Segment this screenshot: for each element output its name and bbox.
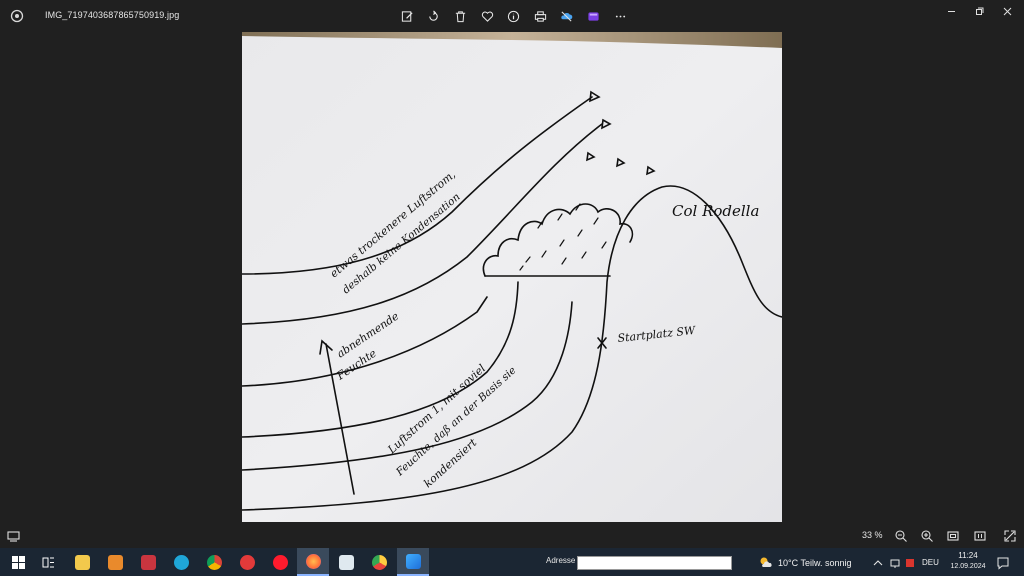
taskbar-opera[interactable] [264,548,296,576]
taskbar-chrome[interactable] [198,548,230,576]
print-icon[interactable] [527,6,554,26]
fullscreen-icon[interactable] [1003,529,1017,543]
photos-app-icon [10,9,24,23]
task-view-button[interactable] [32,548,64,576]
clipchamp-icon[interactable] [580,6,607,26]
onedrive-icon[interactable] [554,6,581,26]
status-bar: 33 % [0,524,1024,548]
opera-browser-icon [272,554,288,570]
rotate-icon[interactable] [421,6,448,26]
address-toolbar-label: Adresse [546,556,576,565]
image-viewer-icon [338,554,354,570]
tray-chevron-up-icon[interactable] [872,556,884,568]
zoom-level: 33 % [862,530,883,540]
fit-window-icon[interactable] [946,529,960,543]
delete-icon[interactable] [447,6,474,26]
info-icon[interactable] [500,6,527,26]
taskbar-media-player[interactable] [99,548,131,576]
chrome-browser-icon [206,554,222,570]
weather-partly-sunny-icon[interactable] [758,555,772,569]
favorite-heart-icon[interactable] [474,6,501,26]
red-circle-app-icon [239,554,255,570]
actual-size-icon[interactable] [973,529,987,543]
media-player-icon [107,554,123,570]
taskbar-chrome-alt[interactable] [363,548,395,576]
firefox-browser-icon [305,553,321,569]
taskbar-pdf-app[interactable] [132,548,164,576]
zoom-out-icon[interactable] [894,529,908,543]
chrome-canary-icon [371,554,387,570]
taskbar-firefox[interactable] [297,548,329,576]
edge-browser-icon [173,554,189,570]
task-view-icon [42,557,54,567]
displayed-photo[interactable]: Col Rodella Startplatz SW etwas trockene… [242,32,782,522]
zoom-in-icon[interactable] [920,529,934,543]
tray-app-icon[interactable] [904,556,916,568]
windows-logo-icon [11,555,25,569]
photos-app-window: IMG_7197403687865750919.jpg Col Rodella … [0,0,1024,548]
input-language[interactable]: DEU [922,558,939,567]
more-icon[interactable] [607,6,634,26]
label-col-rodella: Col Rodella [672,202,759,220]
close-button[interactable] [990,0,1024,22]
clock-time[interactable]: 11:24 [950,551,986,560]
weather-text[interactable]: 10°C Teilw. sonnig [778,558,851,568]
taskbar-photos-legacy[interactable] [330,548,362,576]
filmstrip-icon[interactable] [6,529,22,543]
image-toolbar [394,6,633,26]
photos-app-icon [405,553,421,569]
address-input[interactable] [577,556,732,570]
edit-image-icon[interactable] [394,6,421,26]
title-bar: IMG_7197403687865750919.jpg [0,0,1024,32]
taskbar-photos[interactable] [397,548,429,576]
clock-date[interactable]: 12.09.2024 [946,563,990,570]
pdf-app-icon [140,554,156,570]
taskbar-edge[interactable] [165,548,197,576]
windows-taskbar: Adresse [0,548,1024,576]
file-explorer-icon [74,554,90,570]
taskbar-red-app[interactable] [231,548,263,576]
taskbar-file-explorer[interactable] [66,548,98,576]
notification-icon[interactable] [996,556,1010,570]
file-name: IMG_7197403687865750919.jpg [45,10,180,20]
tray-network-icon[interactable] [889,556,901,568]
start-button[interactable] [2,548,34,576]
